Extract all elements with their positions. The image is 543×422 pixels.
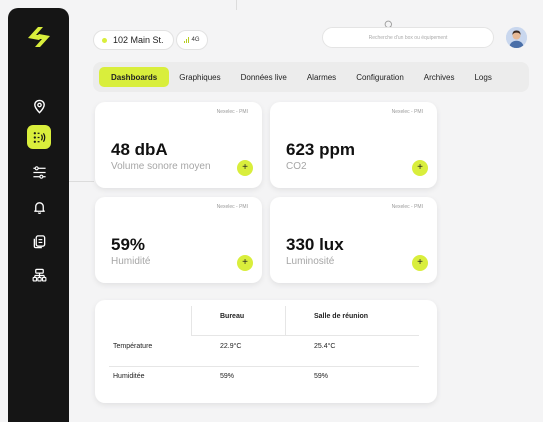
table-cell: 22.9°C bbox=[220, 343, 242, 350]
table-cell: 59% bbox=[220, 373, 235, 380]
tab-archives[interactable]: Archives bbox=[414, 67, 465, 87]
table-header: Salle de réunion bbox=[314, 313, 369, 320]
table-row-label: Humiditée bbox=[113, 373, 145, 380]
main-content: 102 Main St. 4G Recherche d'un box ou éq… bbox=[88, 0, 543, 422]
tab-graphiques[interactable]: Graphiques bbox=[169, 67, 230, 87]
table-divider bbox=[109, 366, 419, 367]
card-source: Nexelec - PMI bbox=[216, 109, 248, 115]
sidebar-item-alerts[interactable] bbox=[27, 195, 51, 219]
signal-bars-icon bbox=[184, 37, 190, 43]
sidebar-item-settings[interactable] bbox=[27, 160, 51, 184]
sliders-icon bbox=[32, 165, 46, 179]
avatar[interactable] bbox=[506, 27, 527, 48]
tab-dashboards[interactable]: Dashboards bbox=[99, 67, 170, 87]
card-label: Humidité bbox=[111, 256, 151, 267]
add-button[interactable]: + bbox=[237, 255, 253, 271]
sidebar bbox=[8, 8, 69, 422]
table-row-label: Température bbox=[113, 343, 153, 350]
sensor-list-icon bbox=[33, 131, 45, 143]
card-source: Nexelec - PMI bbox=[216, 204, 248, 210]
app-logo-icon[interactable] bbox=[22, 22, 56, 52]
network-badge: 4G bbox=[176, 30, 208, 50]
location-pin-icon bbox=[33, 99, 45, 114]
address-selector[interactable]: 102 Main St. bbox=[93, 30, 174, 50]
card-label: CO2 bbox=[286, 161, 307, 172]
add-button[interactable]: + bbox=[412, 160, 428, 176]
card-label: Luminosité bbox=[286, 256, 335, 267]
search-input[interactable]: Recherche d'un box ou équipement bbox=[322, 27, 494, 48]
table-divider bbox=[191, 306, 192, 336]
sidebar-item-map[interactable] bbox=[27, 94, 51, 118]
sidebar-item-sensors[interactable] bbox=[27, 125, 51, 149]
metric-card-humidity: Nexelec - PMI 59% Humidité + bbox=[95, 197, 262, 283]
add-button[interactable]: + bbox=[237, 160, 253, 176]
tab-logs[interactable]: Logs bbox=[464, 67, 501, 87]
tab-alarmes[interactable]: Alarmes bbox=[297, 67, 346, 87]
table-divider bbox=[285, 306, 286, 336]
sidebar-item-reports[interactable] bbox=[27, 229, 51, 253]
search-placeholder: Recherche d'un box ou équipement bbox=[368, 34, 448, 41]
room-comparison-table: Bureau Salle de réunion Température 22.9… bbox=[95, 300, 437, 403]
table-cell: 25.4°C bbox=[314, 343, 336, 350]
card-source: Nexelec - PMI bbox=[391, 109, 423, 115]
address-label: 102 Main St. bbox=[113, 35, 164, 45]
card-value: 59% bbox=[111, 235, 146, 254]
table-header: Bureau bbox=[220, 313, 245, 320]
tab-donnees-live[interactable]: Données live bbox=[231, 67, 297, 87]
card-value: 623 ppm bbox=[286, 140, 355, 159]
user-avatar-icon bbox=[506, 27, 527, 48]
network-label: 4G bbox=[191, 37, 200, 43]
bell-icon bbox=[33, 201, 45, 214]
card-label: Volume sonore moyen bbox=[111, 161, 211, 172]
documents-icon bbox=[33, 234, 45, 248]
metric-card-luminosity: Nexelec - PMI 330 lux Luminosité + bbox=[270, 197, 437, 283]
status-dot bbox=[102, 37, 107, 43]
sitemap-icon bbox=[32, 268, 46, 281]
add-button[interactable]: + bbox=[412, 255, 428, 271]
card-value: 48 dbA bbox=[111, 140, 168, 159]
table-cell: 59% bbox=[314, 373, 329, 380]
metric-card-co2: Nexelec - PMI 623 ppm CO2 + bbox=[270, 102, 437, 188]
tab-configuration[interactable]: Configuration bbox=[346, 67, 414, 87]
tab-bar: Dashboards Graphiques Données live Alarm… bbox=[93, 62, 529, 92]
card-value: 330 lux bbox=[286, 235, 344, 254]
card-source: Nexelec - PMI bbox=[391, 204, 423, 210]
table-divider bbox=[191, 335, 419, 336]
sidebar-item-network[interactable] bbox=[27, 263, 51, 287]
metric-card-sound: Nexelec - PMI 48 dbA Volume sonore moyen… bbox=[95, 102, 262, 188]
